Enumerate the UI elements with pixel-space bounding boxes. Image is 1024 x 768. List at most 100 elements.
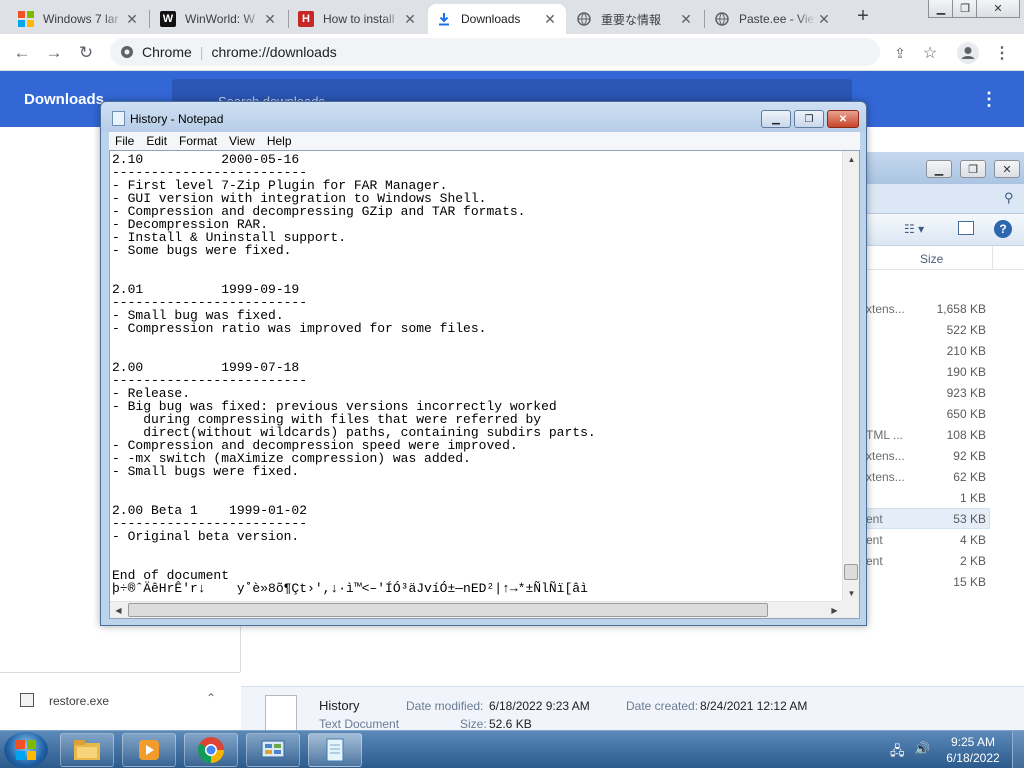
file-type-cell: ent [866,554,883,568]
column-size[interactable]: Size [920,252,943,266]
tab-close-icon[interactable]: ✕ [402,11,418,28]
tab-title: 重要な情報 [601,12,662,27]
download-item-name[interactable]: restore.exe [49,694,109,708]
show-desktop-button[interactable] [1012,731,1024,768]
page-title: Downloads [24,91,105,108]
share-icon[interactable]: ⇪ [888,41,912,65]
chrome-menu-icon[interactable]: ⋮ [990,41,1014,65]
explorer-close-button[interactable]: ✕ [994,160,1020,178]
taskbar-media-player-button[interactable] [122,733,176,767]
scroll-up-arrow-icon[interactable]: ▲ [843,151,860,168]
notepad-icon [112,111,125,126]
notepad-titlebar[interactable]: History - Notepad ▁ ❐ ✕ [101,102,866,132]
tab-close-icon[interactable]: ✕ [542,11,558,28]
notepad-maximize-button[interactable]: ❐ [794,110,824,128]
notepad-close-button[interactable]: ✕ [827,110,859,128]
file-type-cell: ent [866,512,883,526]
horizontal-scroll-thumb[interactable] [128,603,768,617]
text-document-icon [265,695,297,731]
globe-icon [576,11,592,27]
tab-close-icon[interactable]: ✕ [678,11,694,28]
browser-toolbar: ← → ↻ Chrome | chrome://downloads ⇪ ☆ ⋮ [0,34,1024,71]
system-clock[interactable]: 9:25 AM 6/18/2022 [938,734,1008,766]
file-size-cell: 15 KB [953,575,986,589]
download-shelf: restore.exe ⌃ [0,672,240,730]
minimize-button[interactable]: ▁ [928,0,954,18]
scroll-corner [842,601,859,618]
back-arrow-icon[interactable]: ← [10,41,34,65]
notepad-text-area[interactable]: 2.10 2000-05-16 ------------------------… [109,150,860,619]
volume-icon[interactable]: 🔊 [914,741,930,757]
scroll-left-arrow-icon[interactable]: ◀ [110,602,127,619]
tab-title: WinWorld: W [185,12,255,26]
tab-title: Downloads [461,12,521,26]
explorer-minimize-button[interactable]: ▁ [926,160,952,178]
scroll-down-arrow-icon[interactable]: ▼ [843,585,860,602]
chrome-icon [197,737,225,764]
control-panel-icon [261,740,285,758]
vertical-scrollbar[interactable]: ▲ ▼ [842,151,859,602]
reload-icon[interactable]: ↻ [74,41,98,65]
file-type-cell: xtens... [866,470,905,484]
notepad-menu-bar: File Edit Format View Help [109,132,860,150]
file-size-cell: 2 KB [959,554,986,568]
globe-icon [714,11,730,27]
file-name: History [319,698,360,713]
menu-format[interactable]: Format [179,134,217,148]
file-size-cell: 923 KB [946,386,986,400]
profile-avatar-icon[interactable] [956,41,980,65]
menu-file[interactable]: File [115,134,134,148]
taskbar-notepad-button[interactable] [308,733,362,767]
menu-edit[interactable]: Edit [146,134,167,148]
window-title: History - Notepad [130,112,224,126]
scroll-right-arrow-icon[interactable]: ▶ [826,602,843,619]
close-button[interactable]: ✕ [976,0,1020,18]
tab-important-info[interactable]: 重要な情報 ✕ [568,4,702,34]
file-size-cell: 210 KB [946,344,986,358]
tab-downloads[interactable]: Downloads ✕ [428,4,566,34]
preview-pane-icon[interactable] [958,221,974,235]
restore-button[interactable]: ❐ [952,0,978,18]
horizontal-scrollbar[interactable]: ◀ ▶ [110,601,843,618]
forward-arrow-icon[interactable]: → [42,41,66,65]
tab-how-to-install[interactable]: H How to install ✕ [290,4,426,34]
new-tab-button[interactable]: + [852,6,874,28]
menu-view[interactable]: View [229,134,255,148]
taskbar-explorer-button[interactable] [60,733,114,767]
chevron-up-icon[interactable]: ⌃ [206,691,216,705]
taskbar-control-panel-button[interactable] [246,733,300,767]
windows-logo-icon [18,11,34,27]
file-size-cell: 1 KB [959,491,986,505]
file-size-cell: 522 KB [946,323,986,337]
file-size-cell: 4 KB [959,533,986,547]
menu-help[interactable]: Help [267,134,292,148]
download-icon [436,11,452,27]
tab-windows7[interactable]: Windows 7 lar ✕ [10,4,148,34]
taskbar-chrome-button[interactable] [184,733,238,767]
downloads-menu-icon[interactable]: ⋮ [980,89,998,110]
explorer-restore-button[interactable]: ❐ [960,160,986,178]
file-size-cell: 190 KB [946,365,986,379]
tab-winworld[interactable]: W WinWorld: W ✕ [152,4,286,34]
notepad-minimize-button[interactable]: ▁ [761,110,791,128]
file-type-cell: xtens... [866,449,905,463]
network-icon[interactable]: 🖧 [890,742,905,764]
notepad-icon [326,738,344,762]
tab-title: Windows 7 lar [43,12,119,26]
tab-close-icon[interactable]: ✕ [262,11,278,28]
tab-close-icon[interactable]: ✕ [816,11,832,28]
file-type-cell: TML ... [866,428,903,442]
start-button[interactable] [4,732,48,768]
date-modified-label: Date modified: [406,699,484,713]
tab-paste-ee[interactable]: Paste.ee - Vie ✕ [706,4,840,34]
document-text[interactable]: 2.10 2000-05-16 ------------------------… [112,153,842,595]
view-options-icon[interactable]: ☷ ▾ [904,222,924,236]
vertical-scroll-thumb[interactable] [844,564,858,580]
file-type-cell: ent [866,533,883,547]
help-icon[interactable]: ? [994,220,1012,238]
tab-close-icon[interactable]: ✕ [124,11,140,28]
site-label: Chrome [142,44,192,60]
bookmark-star-icon[interactable]: ☆ [918,41,942,65]
address-bar[interactable]: Chrome | chrome://downloads [110,38,880,66]
windows-logo-icon [16,740,36,760]
